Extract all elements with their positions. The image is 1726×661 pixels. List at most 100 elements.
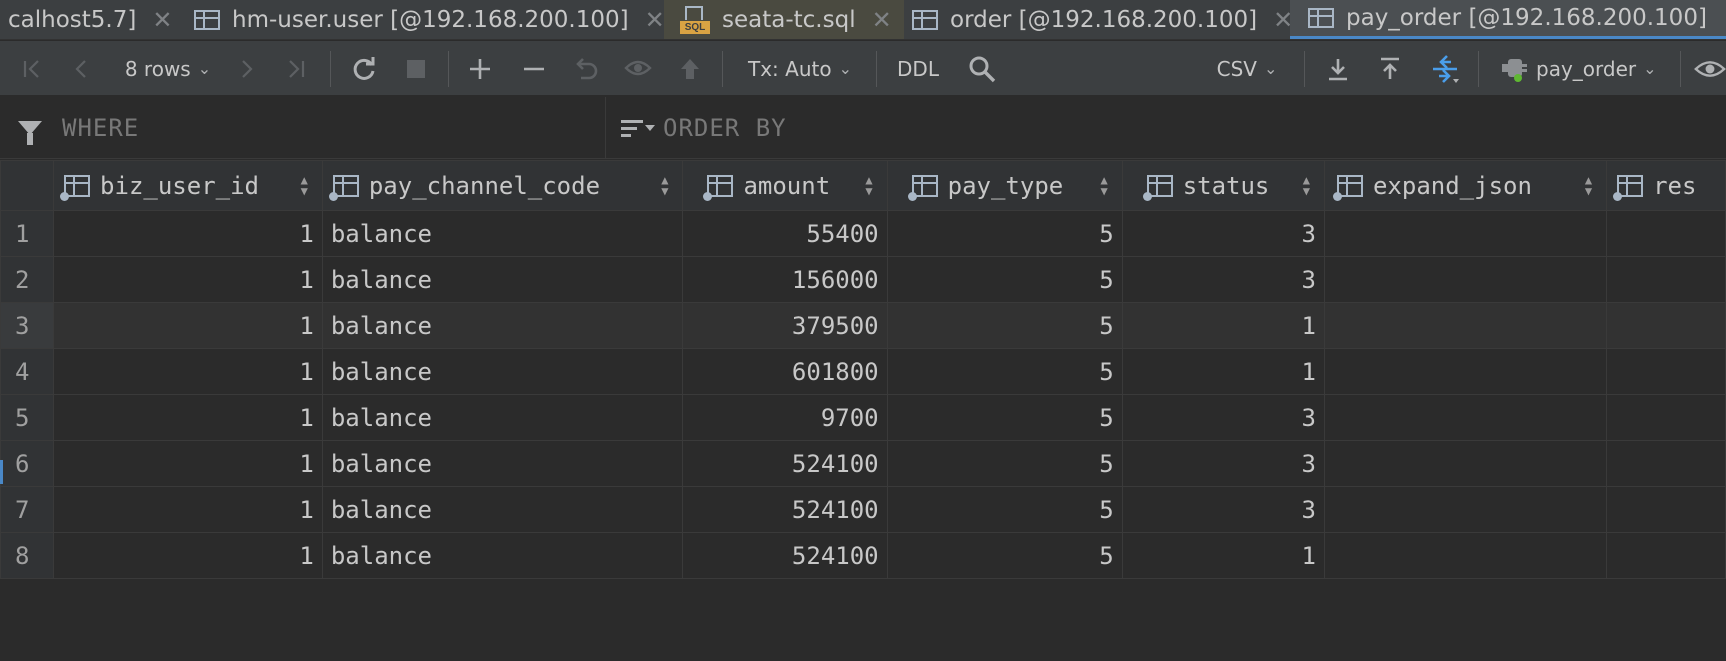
cell-amount[interactable]: 524100 [682, 532, 888, 579]
row-number[interactable]: 4 [0, 348, 55, 395]
cell-pay-type[interactable]: 5 [886, 486, 1123, 533]
revert-icon[interactable] [568, 41, 604, 96]
cell-expand-json[interactable] [1323, 256, 1608, 303]
delete-row-icon[interactable] [516, 41, 552, 96]
search-icon[interactable] [962, 41, 1002, 96]
cell-amount[interactable]: 601800 [682, 348, 888, 395]
transaction-mode-dropdown[interactable]: Tx: Auto ⌄ [744, 41, 856, 96]
close-icon[interactable]: ✕ [872, 6, 892, 34]
cell-pay-channel-code[interactable]: balance [321, 394, 684, 441]
cell-biz-user-id[interactable]: 1 [53, 440, 323, 487]
where-filter-input[interactable]: WHERE [0, 97, 606, 159]
cell-biz-user-id[interactable]: 1 [53, 256, 323, 303]
sort-arrows-icon[interactable]: ▲ ▼ [661, 174, 668, 197]
cell-amount[interactable]: 379500 [682, 302, 888, 349]
table-row[interactable]: 5 1 balance 9700 5 3 [0, 394, 1726, 441]
cell-biz-user-id[interactable]: 1 [53, 394, 323, 441]
cell-expand-json[interactable] [1323, 210, 1608, 257]
sort-arrows-icon[interactable]: ▲ ▼ [865, 174, 872, 197]
export-format-dropdown[interactable]: CSV ⌄ [1210, 41, 1284, 96]
cell-res[interactable] [1606, 440, 1726, 487]
table-row[interactable]: 7 1 balance 524100 5 3 [0, 486, 1726, 533]
cell-pay-channel-code[interactable]: balance [321, 440, 684, 487]
cell-biz-user-id[interactable]: 1 [53, 302, 323, 349]
table-row[interactable]: 3 1 balance 379500 5 1 [0, 302, 1726, 349]
cell-amount[interactable]: 9700 [682, 394, 888, 441]
compare-icon[interactable] [1424, 41, 1466, 96]
last-page-icon[interactable] [278, 41, 314, 96]
table-selector-dropdown[interactable]: pay_order ⌄ [1500, 41, 1668, 96]
import-upload-icon[interactable] [1372, 41, 1408, 96]
row-number[interactable]: 5 [0, 394, 55, 441]
cell-amount[interactable]: 524100 [682, 440, 888, 487]
close-icon[interactable]: ✕ [645, 6, 665, 34]
tab-localhost[interactable]: calhost5.7] ✕ [8, 0, 172, 39]
table-row[interactable]: 2 1 balance 156000 5 3 [0, 256, 1726, 303]
sort-arrows-icon[interactable]: ▲ ▼ [1100, 174, 1107, 197]
cell-res[interactable] [1606, 394, 1726, 441]
cell-pay-type[interactable]: 5 [886, 348, 1123, 395]
table-row[interactable]: 4 1 balance 601800 5 1 [0, 348, 1726, 395]
order-by-input[interactable]: ORDER BY [607, 97, 1726, 159]
export-download-icon[interactable] [1320, 41, 1356, 96]
cell-expand-json[interactable] [1323, 302, 1608, 349]
cell-res[interactable] [1606, 210, 1726, 257]
cell-expand-json[interactable] [1323, 394, 1608, 441]
filter-icon[interactable] [18, 121, 42, 145]
cell-res[interactable] [1606, 532, 1726, 579]
rows-count-dropdown[interactable]: 8 rows ⌄ [118, 41, 218, 96]
table-row[interactable]: 1 1 balance 55400 5 3 [0, 210, 1726, 257]
cell-status[interactable]: 3 [1121, 256, 1325, 303]
cell-res[interactable] [1606, 486, 1726, 533]
tab-hm-user[interactable]: hm-user.user [@192.168.200.100] ✕ [194, 0, 665, 39]
tab-seata-tc[interactable]: SQL seata-tc.sql ✕ [664, 0, 904, 39]
cell-status[interactable]: 3 [1121, 394, 1325, 441]
cell-biz-user-id[interactable]: 1 [53, 486, 323, 533]
cell-biz-user-id[interactable]: 1 [53, 348, 323, 395]
cell-pay-channel-code[interactable]: balance [321, 348, 684, 395]
cell-status[interactable]: 3 [1121, 210, 1325, 257]
column-header-amount[interactable]: amount ▲ ▼ [682, 160, 888, 211]
cell-pay-channel-code[interactable]: balance [321, 210, 684, 257]
row-number[interactable]: 3 [0, 302, 55, 349]
cell-status[interactable]: 1 [1121, 532, 1325, 579]
cell-amount[interactable]: 156000 [682, 256, 888, 303]
sort-icon[interactable] [621, 117, 655, 139]
tab-order[interactable]: order [@192.168.200.100] ✕ [912, 0, 1293, 39]
cell-pay-channel-code[interactable]: balance [321, 532, 684, 579]
cell-pay-type[interactable]: 5 [886, 440, 1123, 487]
previous-page-icon[interactable] [64, 41, 100, 96]
cell-status[interactable]: 1 [1121, 348, 1325, 395]
table-row[interactable]: 8 1 balance 524100 5 1 [0, 532, 1726, 579]
column-header-biz-user-id[interactable]: biz_user_id ▲ ▼ [53, 160, 323, 211]
column-header-expand-json[interactable]: expand_json ▲ ▼ [1323, 160, 1608, 211]
cell-pay-channel-code[interactable]: balance [321, 486, 684, 533]
cell-status[interactable]: 3 [1121, 486, 1325, 533]
stop-icon[interactable] [398, 41, 434, 96]
column-header-pay-channel-code[interactable]: pay_channel_code ▲ ▼ [321, 160, 684, 211]
cell-pay-channel-code[interactable]: balance [321, 256, 684, 303]
sort-arrows-icon[interactable]: ▲ ▼ [301, 174, 308, 197]
cell-pay-type[interactable]: 5 [886, 302, 1123, 349]
cell-pay-type[interactable]: 5 [886, 256, 1123, 303]
row-number[interactable]: 7 [0, 486, 55, 533]
add-row-icon[interactable] [462, 41, 498, 96]
ddl-button[interactable]: DDL [892, 41, 944, 96]
column-header-res[interactable]: res [1606, 160, 1726, 211]
cell-expand-json[interactable] [1323, 532, 1608, 579]
view-options-icon[interactable] [1694, 41, 1726, 96]
next-page-icon[interactable] [228, 41, 264, 96]
column-header-pay-type[interactable]: pay_type ▲ ▼ [886, 160, 1123, 211]
cell-expand-json[interactable] [1323, 486, 1608, 533]
tab-pay-order[interactable]: pay_order [@192.168.200.100] [1290, 0, 1726, 39]
cell-amount[interactable]: 524100 [682, 486, 888, 533]
first-page-icon[interactable] [14, 41, 50, 96]
submit-icon[interactable] [672, 41, 708, 96]
preview-changes-icon[interactable] [620, 41, 656, 96]
cell-expand-json[interactable] [1323, 440, 1608, 487]
cell-res[interactable] [1606, 302, 1726, 349]
cell-expand-json[interactable] [1323, 348, 1608, 395]
row-number[interactable]: 2 [0, 256, 55, 303]
cell-biz-user-id[interactable]: 1 [53, 532, 323, 579]
cell-biz-user-id[interactable]: 1 [53, 210, 323, 257]
